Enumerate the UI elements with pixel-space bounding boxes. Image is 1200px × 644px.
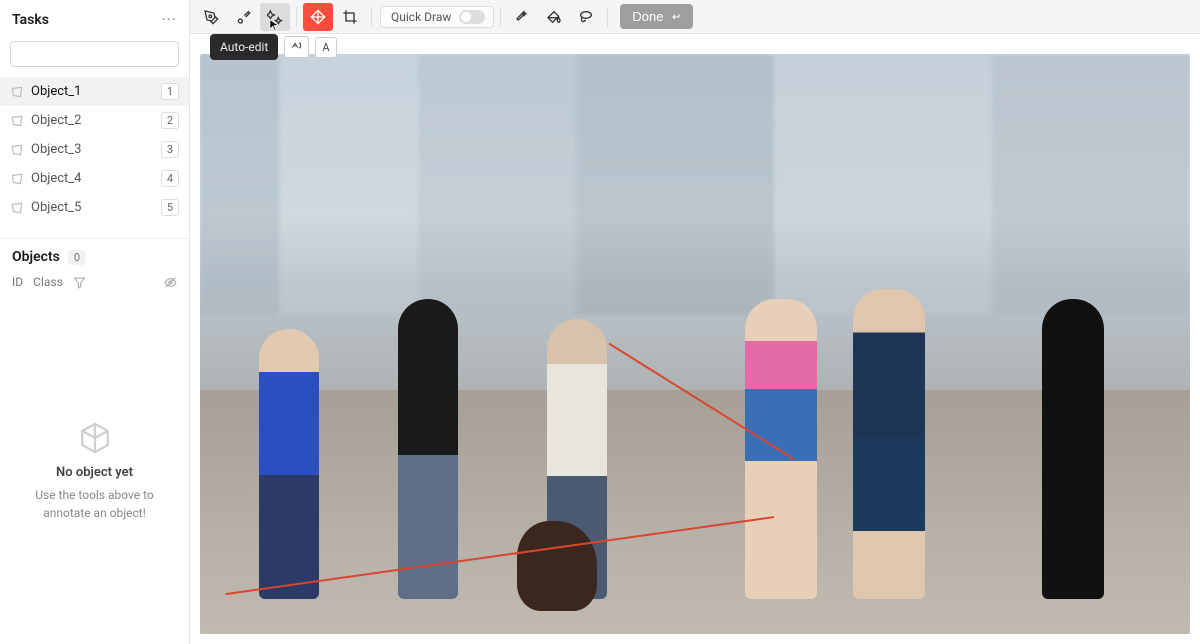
polygon-icon [10, 85, 24, 99]
search-input[interactable] [25, 47, 180, 61]
sidebar: Tasks ··· Object_1 1 Object_2 2 [0, 0, 190, 644]
task-row[interactable]: Object_3 3 [0, 135, 189, 164]
task-row[interactable]: Object_2 2 [0, 106, 189, 135]
task-list: Object_1 1 Object_2 2 Object_3 3 [0, 77, 189, 222]
empty-cube-icon [78, 421, 112, 455]
tooltip-key-icon [284, 36, 309, 58]
task-badge: 5 [161, 199, 179, 216]
polygon-icon [10, 172, 24, 186]
toolbar-separator [296, 7, 297, 27]
fill-tool-button[interactable] [539, 3, 569, 31]
toolbar: Quick Draw Done Auto-edit [190, 0, 1200, 34]
tasks-title: Tasks [12, 12, 49, 28]
task-badge: 3 [161, 141, 179, 158]
objects-title: Objects [12, 249, 60, 265]
done-label: Done [632, 9, 663, 24]
objects-count: 0 [68, 250, 86, 265]
quick-draw-toggle[interactable]: Quick Draw [380, 6, 494, 28]
auto-edit-tool-button[interactable] [260, 3, 290, 31]
task-row[interactable]: Object_1 1 [0, 77, 189, 106]
empty-state: No object yet Use the tools above to ann… [0, 299, 189, 644]
task-label: Object_1 [31, 84, 81, 99]
task-badge: 2 [161, 112, 179, 129]
col-class[interactable]: Class [33, 275, 63, 289]
toolbar-separator [607, 7, 608, 27]
task-label: Object_3 [31, 142, 81, 157]
crop-tool-button[interactable] [335, 3, 365, 31]
tasks-header: Tasks ··· [0, 0, 189, 37]
task-label: Object_4 [31, 171, 81, 186]
col-id[interactable]: ID [12, 275, 23, 289]
polygon-icon [10, 114, 24, 128]
objects-header: Objects 0 [0, 239, 189, 271]
objects-section: Objects 0 ID Class [0, 238, 189, 299]
enter-icon [669, 11, 681, 23]
task-badge: 1 [161, 83, 179, 100]
objects-columns: ID Class [0, 271, 189, 299]
task-badge: 4 [161, 170, 179, 187]
task-row[interactable]: Object_5 5 [0, 193, 189, 222]
main: Quick Draw Done Auto-edit [190, 0, 1200, 644]
polygon-icon [10, 201, 24, 215]
magic-wand-button[interactable] [507, 3, 537, 31]
toggle-switch[interactable] [459, 10, 485, 24]
polygon-icon [10, 143, 24, 157]
toolbar-separator [500, 7, 501, 27]
tasks-more-icon[interactable]: ··· [161, 10, 177, 29]
filter-icon[interactable] [73, 276, 86, 289]
empty-subtitle: Use the tools above to annotate an objec… [20, 486, 169, 522]
task-row[interactable]: Object_4 4 [0, 164, 189, 193]
done-button[interactable]: Done [620, 4, 693, 29]
task-label: Object_5 [31, 200, 81, 215]
task-label: Object_2 [31, 113, 81, 128]
move-tool-button[interactable] [303, 3, 333, 31]
visibility-icon[interactable] [164, 276, 177, 289]
search-input-wrap[interactable] [10, 41, 179, 67]
tooltip-label: Auto-edit [210, 34, 278, 60]
canvas[interactable] [190, 34, 1200, 644]
toolbar-separator [371, 7, 372, 27]
tooltip-key: A [315, 37, 336, 58]
empty-title: No object yet [56, 465, 133, 480]
pen-tool-button[interactable] [196, 3, 226, 31]
lasso-tool-button[interactable] [571, 3, 601, 31]
tooltip: Auto-edit A [210, 34, 337, 60]
brush-tool-button[interactable] [228, 3, 258, 31]
quick-draw-label: Quick Draw [391, 10, 451, 24]
image-placeholder [200, 54, 1190, 634]
